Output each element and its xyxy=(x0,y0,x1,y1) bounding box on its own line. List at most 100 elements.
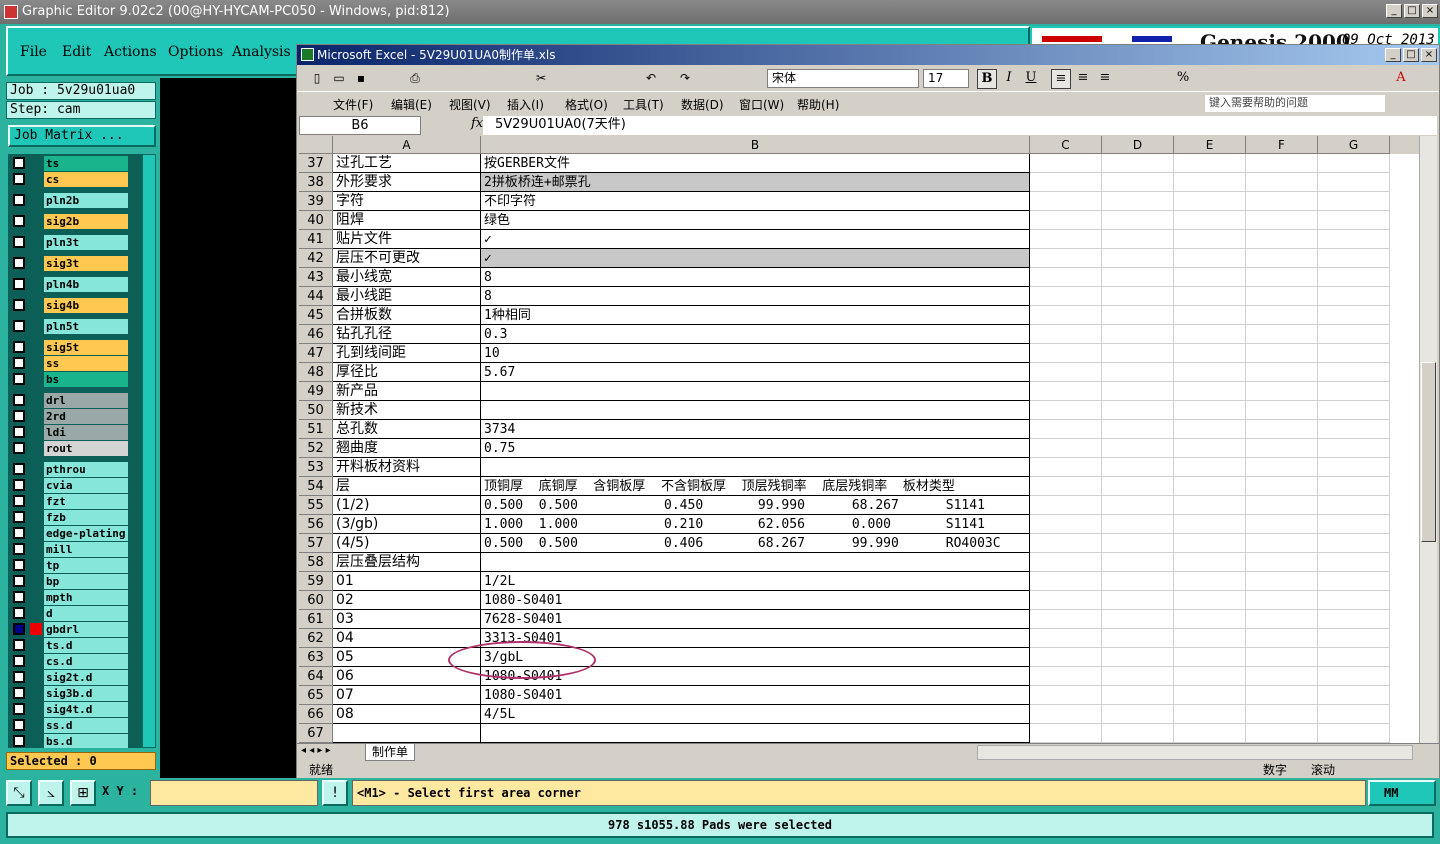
empty-cell[interactable] xyxy=(1102,629,1174,648)
cell-b[interactable]: 0.3 xyxy=(481,325,1030,344)
cell-a[interactable]: 03 xyxy=(333,610,481,629)
percent-icon[interactable]: % xyxy=(1173,69,1193,89)
layer-checkbox[interactable] xyxy=(13,373,25,385)
row-header[interactable]: 46 xyxy=(299,325,333,344)
empty-cell[interactable] xyxy=(1246,686,1318,705)
xl-menu-format[interactable]: 格式(O) xyxy=(565,96,608,113)
layer-name[interactable]: sig3b.d xyxy=(44,686,128,701)
empty-cell[interactable] xyxy=(1102,325,1174,344)
cell-b[interactable]: 绿色 xyxy=(481,211,1030,230)
horizontal-scrollbar[interactable] xyxy=(977,745,1413,760)
empty-cell[interactable] xyxy=(1102,648,1174,667)
empty-cell[interactable] xyxy=(1318,572,1390,591)
empty-cell[interactable] xyxy=(1102,306,1174,325)
xl-menu-tools[interactable]: 工具(T) xyxy=(623,96,664,113)
cell-b[interactable]: 1种相同 xyxy=(481,306,1030,325)
layer-name[interactable]: pln3t xyxy=(44,235,128,250)
empty-cell[interactable] xyxy=(1318,667,1390,686)
empty-cell[interactable] xyxy=(1030,458,1102,477)
empty-cell[interactable] xyxy=(1174,382,1246,401)
layer-row[interactable]: rout xyxy=(10,441,140,456)
empty-cell[interactable] xyxy=(1030,363,1102,382)
layer-name[interactable]: sig2t.d xyxy=(44,670,128,685)
cell-b[interactable] xyxy=(481,553,1030,572)
layer-name[interactable]: bs xyxy=(44,372,128,387)
empty-cell[interactable] xyxy=(1030,515,1102,534)
empty-cell[interactable] xyxy=(1030,268,1102,287)
select-all-corner[interactable] xyxy=(299,136,333,154)
empty-cell[interactable] xyxy=(1174,496,1246,515)
layer-name[interactable]: edge-plating xyxy=(44,526,128,541)
menu-actions[interactable]: Actions xyxy=(104,44,157,60)
layer-name[interactable]: ldi xyxy=(44,425,128,440)
empty-cell[interactable] xyxy=(1246,401,1318,420)
italic-button[interactable]: I xyxy=(999,69,1019,89)
row-header[interactable]: 58 xyxy=(299,553,333,572)
layer-name[interactable]: sig3t xyxy=(44,256,128,271)
cell-a[interactable]: 层压叠层结构 xyxy=(333,553,481,572)
layer-name[interactable]: sig5t xyxy=(44,340,128,355)
layer-checkbox[interactable] xyxy=(13,299,25,311)
empty-cell[interactable] xyxy=(1030,591,1102,610)
empty-cell[interactable] xyxy=(1102,363,1174,382)
excel-close-button[interactable]: × xyxy=(1421,48,1437,62)
layer-row[interactable]: fzb xyxy=(10,510,140,525)
empty-cell[interactable] xyxy=(1102,610,1174,629)
empty-cell[interactable] xyxy=(1174,477,1246,496)
empty-cell[interactable] xyxy=(1246,515,1318,534)
empty-cell[interactable] xyxy=(1318,306,1390,325)
col-header-a[interactable]: A xyxy=(333,136,481,154)
empty-cell[interactable] xyxy=(1102,534,1174,553)
empty-cell[interactable] xyxy=(1030,572,1102,591)
undo-icon[interactable]: ↶ xyxy=(643,70,659,86)
empty-cell[interactable] xyxy=(1030,477,1102,496)
layer-row[interactable]: ss xyxy=(10,356,140,371)
cell-b[interactable]: 4/5L xyxy=(481,705,1030,724)
xl-menu-file[interactable]: 文件(F) xyxy=(333,96,373,113)
empty-cell[interactable] xyxy=(1102,667,1174,686)
cell-b[interactable]: 1080-S0401 xyxy=(481,591,1030,610)
empty-cell[interactable] xyxy=(1030,534,1102,553)
layer-checkbox[interactable] xyxy=(13,394,25,406)
empty-cell[interactable] xyxy=(1102,211,1174,230)
layer-name[interactable]: pln2b xyxy=(44,193,128,208)
cell-a[interactable]: 孔到线间距 xyxy=(333,344,481,363)
xl-menu-help[interactable]: 帮助(H) xyxy=(797,96,839,113)
layer-checkbox[interactable] xyxy=(13,575,25,587)
row-header[interactable]: 60 xyxy=(299,591,333,610)
empty-cell[interactable] xyxy=(1030,401,1102,420)
row-header[interactable]: 53 xyxy=(299,458,333,477)
layer-checkbox[interactable] xyxy=(13,215,25,227)
empty-cell[interactable] xyxy=(1246,268,1318,287)
empty-cell[interactable] xyxy=(1174,420,1246,439)
empty-cell[interactable] xyxy=(1174,287,1246,306)
empty-cell[interactable] xyxy=(1174,401,1246,420)
font-size-select[interactable]: 17 xyxy=(923,69,969,88)
layer-row[interactable]: cvia xyxy=(10,478,140,493)
layer-row[interactable]: bp xyxy=(10,574,140,589)
cell-b[interactable]: 10 xyxy=(481,344,1030,363)
empty-cell[interactable] xyxy=(1174,211,1246,230)
layer-checkbox[interactable] xyxy=(13,479,25,491)
empty-cell[interactable] xyxy=(1174,610,1246,629)
empty-cell[interactable] xyxy=(1318,458,1390,477)
empty-cell[interactable] xyxy=(1174,173,1246,192)
empty-cell[interactable] xyxy=(1318,173,1390,192)
layer-row[interactable]: mill xyxy=(10,542,140,557)
layer-name[interactable]: tp xyxy=(44,558,128,573)
layer-row[interactable]: 2rd xyxy=(10,409,140,424)
layer-row[interactable]: cs.d xyxy=(10,654,140,669)
empty-cell[interactable] xyxy=(1030,496,1102,515)
empty-cell[interactable] xyxy=(1318,477,1390,496)
vertical-scrollbar[interactable] xyxy=(1419,136,1437,743)
empty-cell[interactable] xyxy=(1246,249,1318,268)
layer-checkbox[interactable] xyxy=(13,687,25,699)
empty-cell[interactable] xyxy=(1318,515,1390,534)
cell-a[interactable]: 过孔工艺 xyxy=(333,154,481,173)
cell-a[interactable]: 04 xyxy=(333,629,481,648)
cell-a[interactable]: 开料板材资料 xyxy=(333,458,481,477)
empty-cell[interactable] xyxy=(1246,629,1318,648)
col-header-b[interactable]: B xyxy=(481,136,1030,154)
empty-cell[interactable] xyxy=(1318,553,1390,572)
empty-cell[interactable] xyxy=(1246,667,1318,686)
